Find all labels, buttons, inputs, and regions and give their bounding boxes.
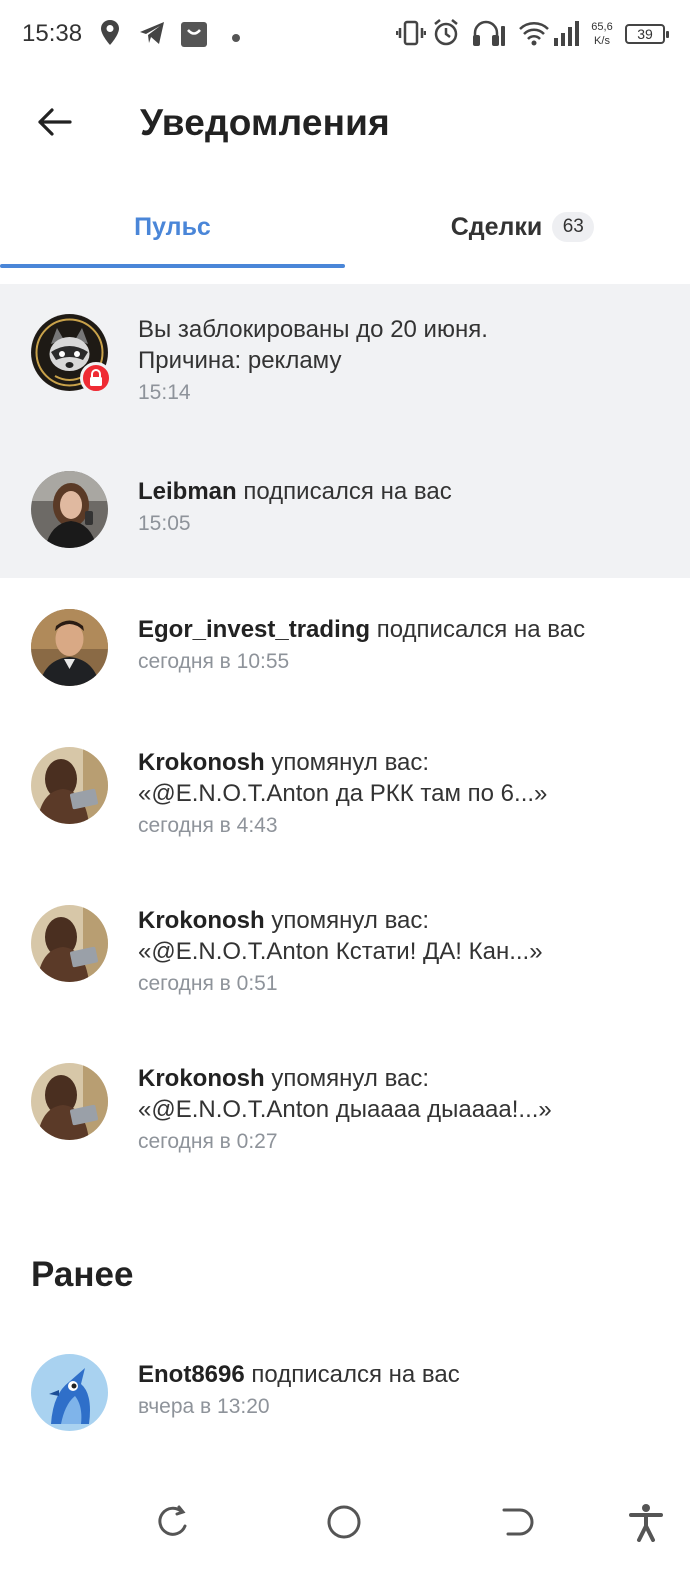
woman-avatar bbox=[31, 471, 108, 548]
notification-time: 15:05 bbox=[138, 512, 191, 535]
arrow-left-icon bbox=[36, 107, 72, 142]
accessibility-icon bbox=[626, 1504, 666, 1546]
page-title: Уведомления bbox=[140, 102, 390, 143]
notification-text: Krokonosh упомянул вас: «@E.N.O.T.Anton … bbox=[138, 747, 678, 841]
system-nav-bar bbox=[0, 1490, 700, 1560]
recent-apps-icon bbox=[152, 1505, 192, 1546]
username: Enot8696 bbox=[138, 1361, 245, 1388]
tab-bar: Пульс Сделки 63 bbox=[0, 186, 700, 268]
tab-label: Сделки bbox=[450, 212, 543, 241]
notification-item[interactable]: Вы заблокированы до 20 июня. Причина: ре… bbox=[0, 284, 690, 432]
alarm-icon bbox=[431, 18, 461, 53]
shopping-bag-icon bbox=[178, 18, 210, 55]
notification-text: Krokonosh упомянул вас: «@E.N.O.T.Anton … bbox=[138, 905, 678, 999]
vibrate-icon bbox=[395, 18, 427, 53]
status-time: 15:38 bbox=[22, 20, 83, 47]
battery-indicator: 39 bbox=[625, 24, 669, 44]
username: Krokonosh bbox=[138, 907, 265, 934]
notification-item[interactable]: Leibman подписался на вас 15:05 bbox=[0, 432, 690, 578]
mention-quote: «@E.N.O.T.Anton Кстати! ДА! Кан...» bbox=[138, 938, 543, 965]
person-laptop-avatar bbox=[31, 747, 108, 824]
notification-item[interactable]: Krokonosh упомянул вас: «@E.N.O.T.Anton … bbox=[0, 1034, 690, 1192]
notification-text: Enot8696 подписался на вас вчера в 13:20 bbox=[138, 1359, 678, 1422]
headphones-icon bbox=[470, 18, 506, 53]
wifi-icon bbox=[518, 18, 550, 53]
location-icon bbox=[98, 18, 122, 53]
notification-time: сегодня в 0:51 bbox=[138, 972, 278, 995]
notification-time: 15:14 bbox=[138, 381, 191, 404]
app-header: Уведомления bbox=[0, 72, 700, 176]
home-button[interactable] bbox=[324, 1502, 364, 1542]
section-title-earlier: Ранее bbox=[31, 1255, 134, 1294]
notification-time: сегодня в 10:55 bbox=[138, 650, 290, 673]
notification-text: Egor_invest_trading подписался на вас се… bbox=[138, 614, 678, 677]
username: Krokonosh bbox=[138, 1065, 265, 1092]
tab-deals[interactable]: Сделки 63 bbox=[345, 186, 700, 268]
notification-item[interactable]: Egor_invest_trading подписался на вас се… bbox=[0, 578, 690, 718]
username: Krokonosh bbox=[138, 749, 265, 776]
count-badge: 63 bbox=[552, 212, 595, 242]
back-nav-button[interactable] bbox=[496, 1502, 536, 1542]
notification-time: вчера в 13:20 bbox=[138, 1395, 270, 1418]
person-laptop-avatar bbox=[31, 905, 108, 982]
mention-quote: «@E.N.O.T.Anton дыаааа дыаааа!...» bbox=[138, 1096, 552, 1123]
notification-text: Krokonosh упомянул вас: «@E.N.O.T.Anton … bbox=[138, 1063, 678, 1157]
notification-item[interactable]: Krokonosh упомянул вас: «@E.N.O.T.Anton … bbox=[0, 718, 690, 876]
username: Egor_invest_trading bbox=[138, 616, 371, 643]
tab-label: Пульс bbox=[134, 212, 211, 241]
status-bar: 15:38 65,6 K/s 39 bbox=[0, 0, 700, 72]
back-button[interactable] bbox=[28, 100, 80, 148]
notification-time: сегодня в 4:43 bbox=[138, 814, 278, 837]
recent-apps-button[interactable] bbox=[152, 1502, 192, 1542]
lock-icon bbox=[80, 362, 112, 394]
mention-quote: «@E.N.O.T.Anton да РКК там по 6...» bbox=[138, 780, 548, 807]
accessibility-button[interactable] bbox=[626, 1502, 666, 1542]
network-speed: 65,6 K/s bbox=[591, 21, 613, 47]
notification-item[interactable]: Enot8696 подписался на вас вчера в 13:20 bbox=[0, 1324, 690, 1464]
notification-time: сегодня в 0:27 bbox=[138, 1130, 278, 1153]
dot-icon bbox=[231, 30, 241, 48]
signal-icon bbox=[552, 18, 580, 53]
notification-item[interactable]: Krokonosh упомянул вас: «@E.N.O.T.Anton … bbox=[0, 876, 690, 1034]
username: Leibman bbox=[138, 478, 237, 505]
telegram-icon bbox=[137, 18, 167, 53]
bird-avatar bbox=[31, 1354, 108, 1431]
home-circle-icon bbox=[324, 1505, 364, 1546]
person-laptop-avatar bbox=[31, 1063, 108, 1140]
tab-pulse[interactable]: Пульс bbox=[0, 186, 345, 268]
notification-text: Leibman подписался на вас 15:05 bbox=[138, 476, 678, 539]
back-nav-icon bbox=[496, 1508, 536, 1546]
active-tab-indicator bbox=[0, 264, 345, 268]
man-avatar bbox=[31, 609, 108, 686]
notification-text: Вы заблокированы до 20 июня. Причина: ре… bbox=[138, 314, 678, 408]
